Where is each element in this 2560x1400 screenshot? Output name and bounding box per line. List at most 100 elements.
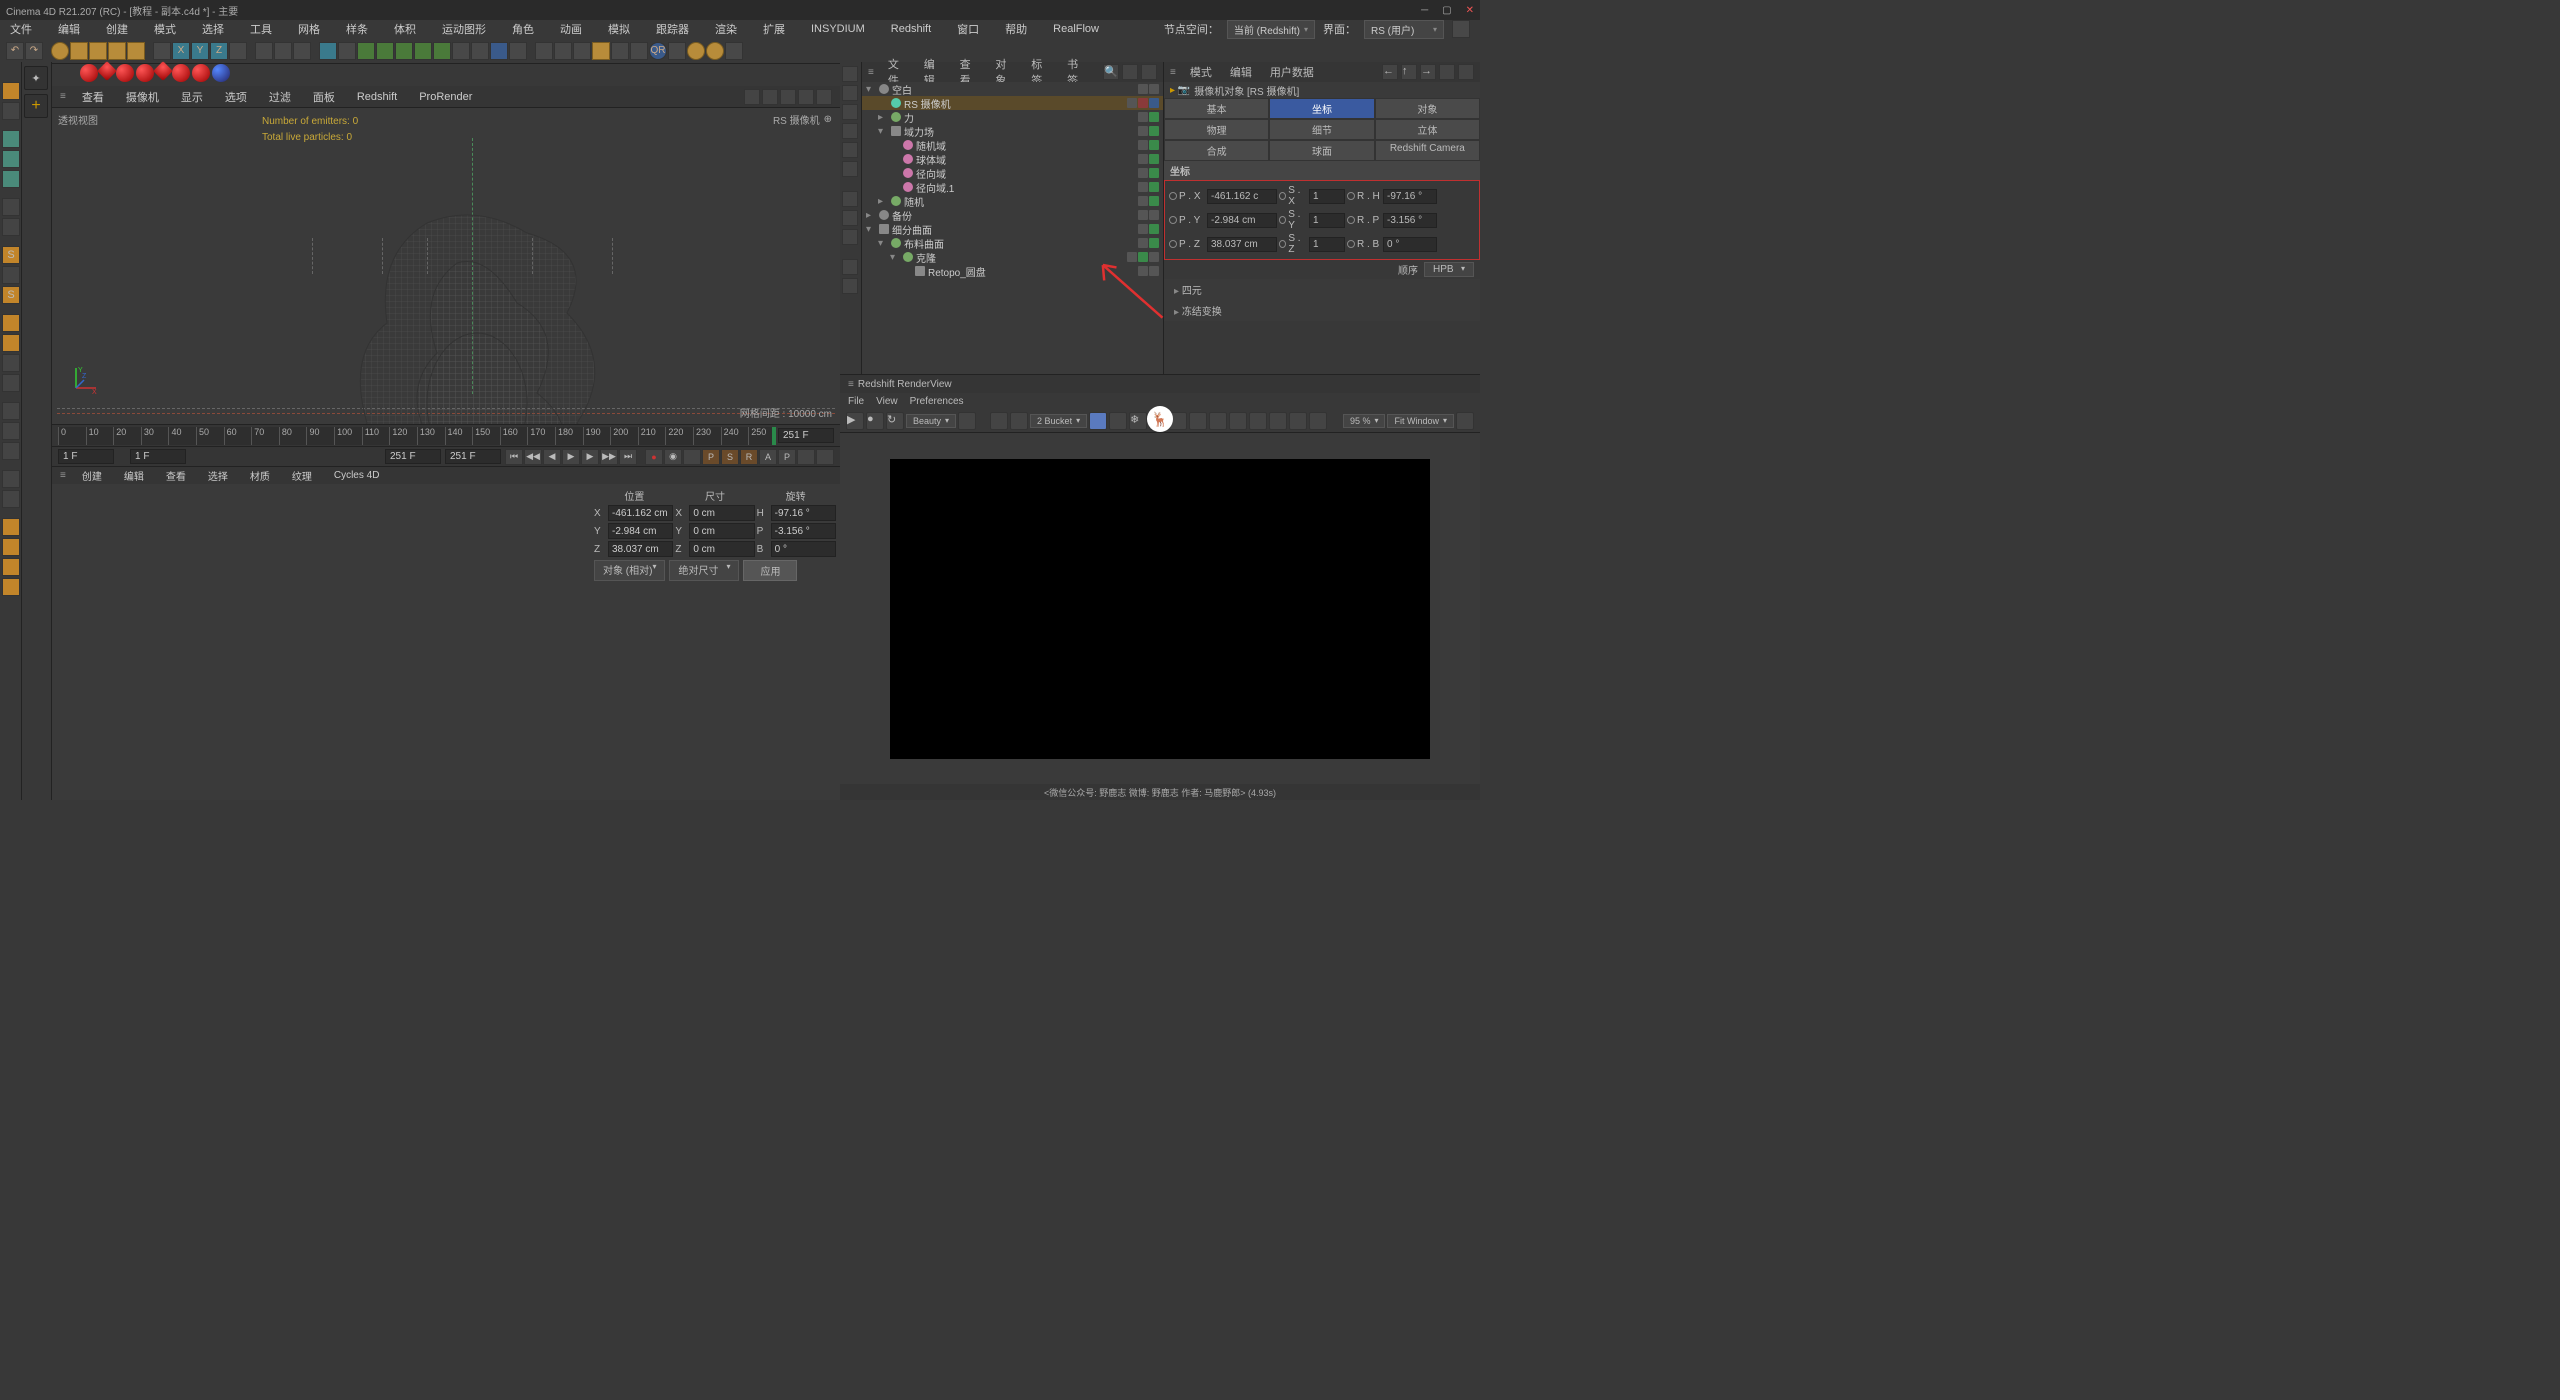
redo-button[interactable]: ↷ [25, 42, 43, 60]
tag-icon[interactable] [1138, 84, 1148, 94]
rs-btn[interactable] [1289, 412, 1307, 430]
render-settings-icon[interactable] [293, 42, 311, 60]
tag-icon[interactable] [1138, 238, 1148, 248]
view-menu-item[interactable]: 过滤 [269, 89, 291, 105]
plugin4-icon[interactable] [592, 42, 610, 60]
rs-btn[interactable] [1209, 412, 1227, 430]
tag-icon[interactable] [1149, 224, 1159, 234]
tag-icon[interactable] [1138, 112, 1148, 122]
tag-icon[interactable] [1138, 140, 1148, 150]
tag-icon[interactable] [1149, 210, 1159, 220]
tag-icon[interactable] [1127, 252, 1137, 262]
coord-sys-icon[interactable] [229, 42, 247, 60]
menu-item[interactable]: 文件 [10, 21, 32, 37]
search-icon[interactable]: 🔍 [1103, 64, 1119, 80]
nav-up-icon[interactable]: ↑ [1401, 64, 1417, 80]
next-frame-button[interactable]: ▶ [581, 449, 599, 465]
deformer-icon[interactable] [376, 42, 394, 60]
grid-icon[interactable] [611, 42, 629, 60]
attr-menu-item[interactable]: 编辑 [1230, 64, 1252, 80]
vp-icon[interactable] [798, 89, 814, 105]
lock-xyz-icon[interactable] [153, 42, 171, 60]
texture-mode-icon[interactable] [2, 198, 20, 216]
primitive-icon[interactable] [319, 42, 337, 60]
field-icon[interactable] [395, 42, 413, 60]
nodespace-dropdown[interactable]: 当前 (Redshift) [1227, 20, 1315, 39]
rs-btn[interactable] [1269, 412, 1287, 430]
misc4-icon[interactable] [2, 490, 20, 508]
rs-btn[interactable] [1089, 412, 1107, 430]
os-icon[interactable] [842, 66, 858, 82]
record-button[interactable]: ● [645, 449, 663, 465]
tree-row[interactable]: ▾ 空白 [862, 82, 1163, 96]
tree-row[interactable]: 径向域.1 [862, 180, 1163, 194]
menu-item[interactable]: 帮助 [1005, 21, 1027, 37]
size-input[interactable]: 0 cm [689, 541, 754, 557]
tag-icon[interactable] [1138, 252, 1148, 262]
next-key-button[interactable]: ▶▶ [600, 449, 618, 465]
sel1-icon[interactable] [2, 518, 20, 536]
menu-item[interactable]: 选择 [202, 21, 224, 37]
undo-button[interactable]: ↶ [6, 42, 24, 60]
mat-menu-item[interactable]: 选择 [208, 468, 228, 483]
mat-menu-item[interactable]: 查看 [166, 468, 186, 483]
tag-icon[interactable] [1138, 98, 1148, 108]
view-menu-item[interactable]: 选项 [225, 89, 247, 105]
rs-snowflake-icon[interactable]: ❄ [1129, 412, 1147, 430]
tag-icon[interactable] [1149, 252, 1159, 262]
attr-tab[interactable]: 球面 [1269, 140, 1374, 161]
object-mode-icon[interactable] [2, 102, 20, 120]
freeze-expander[interactable]: 冻结变换 [1164, 300, 1480, 321]
os-icon[interactable] [842, 104, 858, 120]
keyopt2-button[interactable]: P [702, 449, 720, 465]
minimize-button[interactable]: ─ [1421, 5, 1428, 16]
attr-tab[interactable]: 合成 [1164, 140, 1269, 161]
live-select-icon[interactable] [51, 42, 69, 60]
snap3-icon[interactable]: S [2, 286, 20, 304]
attr-tab[interactable]: 立体 [1375, 119, 1480, 140]
tree-row[interactable]: RS 摄像机 [862, 96, 1163, 110]
os-icon[interactable] [842, 85, 858, 101]
hamburger-icon[interactable]: ≡ [60, 470, 66, 481]
camera-icon[interactable] [490, 42, 508, 60]
mat-menu-item[interactable]: 创建 [82, 468, 102, 483]
attr-input[interactable]: 38.037 cm [1207, 237, 1277, 252]
generator-icon[interactable] [357, 42, 375, 60]
keyopt1-button[interactable] [683, 449, 701, 465]
rs-menu-item[interactable]: Preferences [910, 396, 964, 407]
menu-item[interactable]: 扩展 [763, 21, 785, 37]
hamburger-icon[interactable]: ≡ [848, 379, 854, 390]
menu-item[interactable]: RealFlow [1053, 23, 1099, 35]
view-menu-item[interactable]: 查看 [82, 89, 104, 105]
rs-btn[interactable] [990, 412, 1008, 430]
attr-tab[interactable]: 基本 [1164, 98, 1269, 119]
menu-item[interactable]: 动画 [560, 21, 582, 37]
play-button[interactable]: ▶ [562, 449, 580, 465]
tag-icon[interactable] [1138, 210, 1148, 220]
size-input[interactable]: 0 cm [689, 505, 754, 521]
layout-icon[interactable] [1452, 20, 1470, 38]
tag-icon[interactable] [1149, 126, 1159, 136]
sel4-icon[interactable] [2, 578, 20, 596]
menu-item[interactable]: Redshift [891, 23, 931, 35]
rs-menu-item[interactable]: File [848, 396, 864, 407]
rs-bucket-dropdown[interactable]: 2 Bucket [1030, 414, 1087, 428]
menu-item[interactable]: 模式 [154, 21, 176, 37]
render-region-icon[interactable] [274, 42, 292, 60]
attr-tab[interactable]: 细节 [1269, 119, 1374, 140]
rot-input[interactable]: 0 ° [771, 541, 836, 557]
effector-icon[interactable] [433, 42, 451, 60]
vp-icon[interactable] [762, 89, 778, 105]
misc3-icon[interactable] [2, 470, 20, 488]
keyopt4-button[interactable]: R [740, 449, 758, 465]
recent-tool-icon[interactable] [127, 42, 145, 60]
apply-button[interactable]: 应用 [743, 560, 797, 581]
quaternion-expander[interactable]: 四元 [1164, 279, 1480, 300]
keyopt3-button[interactable]: S [721, 449, 739, 465]
sel3-icon[interactable] [2, 558, 20, 576]
new-icon[interactable] [1458, 64, 1474, 80]
menu-item[interactable]: 编辑 [58, 21, 80, 37]
tree-row[interactable]: ▾ 布料曲面 [862, 236, 1163, 250]
render-view-icon[interactable] [255, 42, 273, 60]
attr-input[interactable]: -2.984 cm [1207, 213, 1277, 228]
